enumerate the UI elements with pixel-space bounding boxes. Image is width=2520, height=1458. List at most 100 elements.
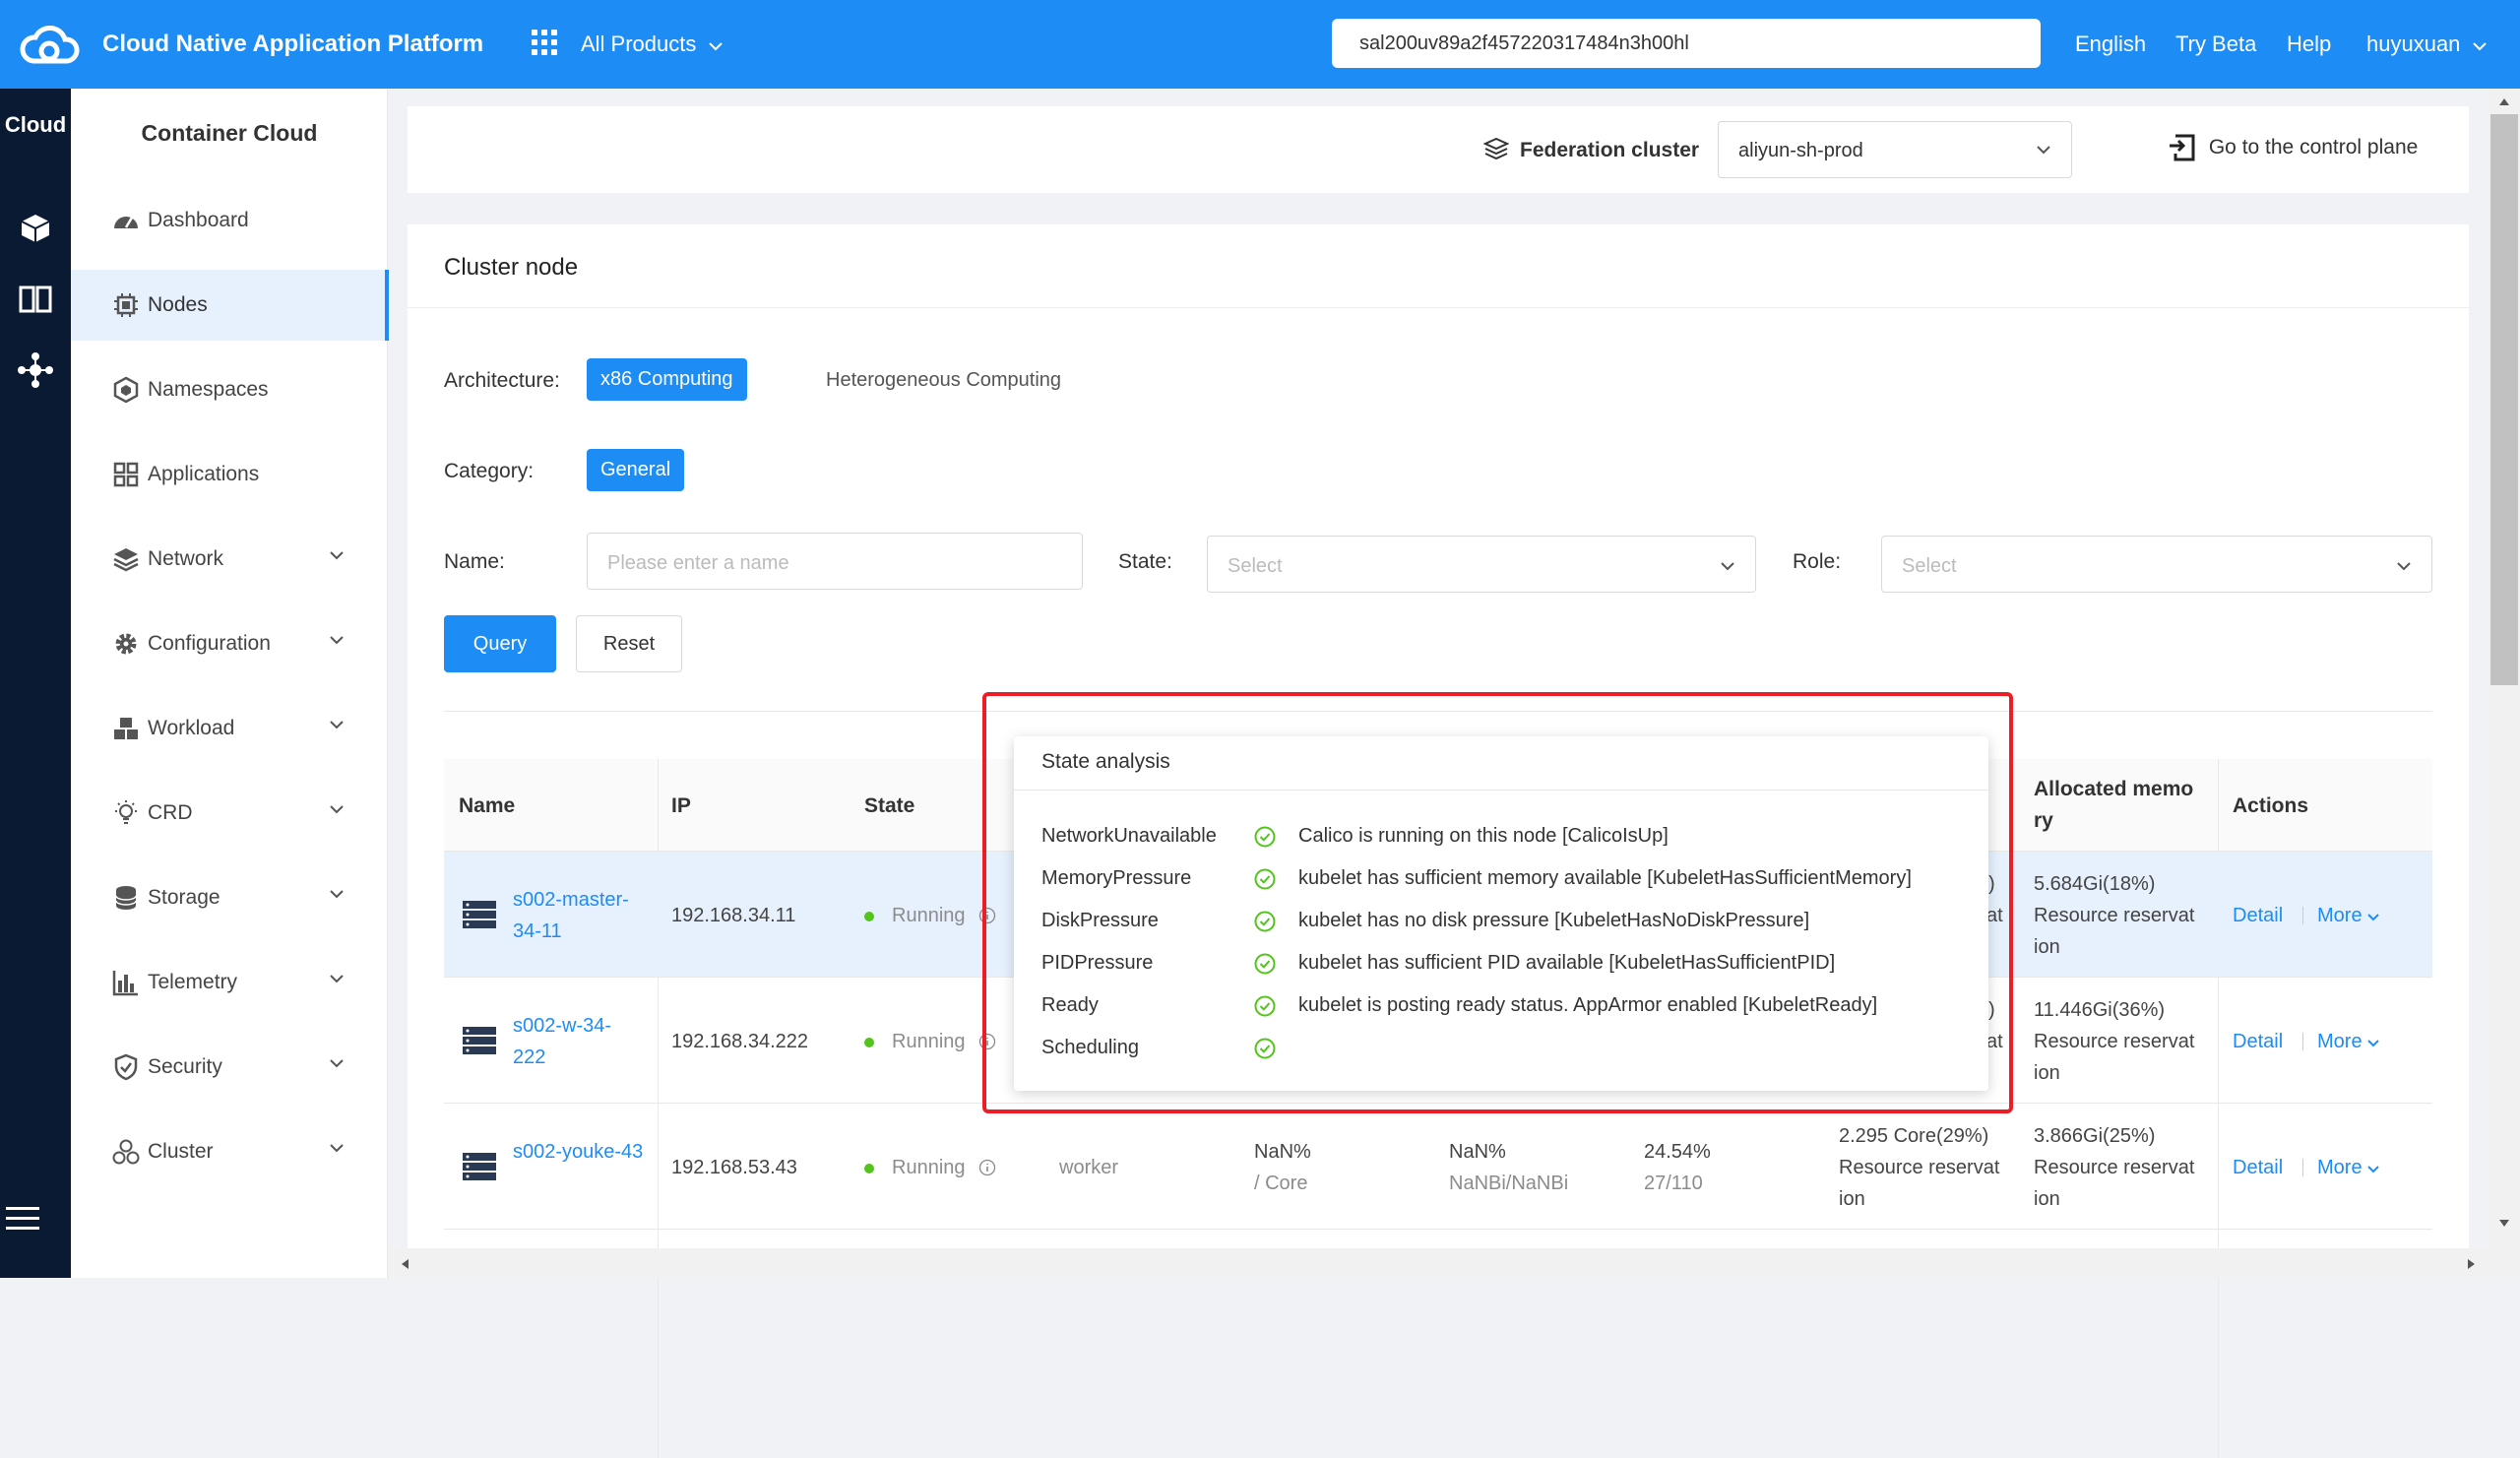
shield-icon bbox=[114, 1053, 138, 1081]
chevron-down-icon bbox=[1721, 562, 1734, 571]
sidebar-item-dashboard[interactable]: Dashboard bbox=[71, 185, 388, 256]
sidebar-item-label: Dashboard bbox=[148, 209, 249, 231]
try-beta-link[interactable]: Try Beta bbox=[2175, 32, 2256, 57]
scroll-right-arrow-icon[interactable] bbox=[2467, 1258, 2477, 1270]
sidebar-item-applications[interactable]: Applications bbox=[71, 439, 388, 510]
hamburger-menu-icon[interactable] bbox=[6, 1205, 41, 1233]
federation-cluster-select[interactable]: aliyun-sh-prod bbox=[1718, 121, 2072, 178]
all-products-menu[interactable]: All Products bbox=[581, 32, 723, 57]
user-menu[interactable]: huyuxuan bbox=[2366, 32, 2487, 57]
check-circle-icon bbox=[1254, 995, 1276, 1017]
sidebar-item-workload[interactable]: Workload bbox=[71, 693, 388, 764]
node-name-link[interactable]: s002-youke-43 bbox=[513, 1136, 653, 1168]
page-title: Cluster node bbox=[444, 254, 579, 281]
export-icon bbox=[2170, 134, 2195, 161]
sidebar-heading: Container Cloud bbox=[141, 120, 318, 146]
chevron-down-icon bbox=[2472, 42, 2487, 51]
book-icon[interactable] bbox=[14, 280, 57, 319]
sidebar-item-namespaces[interactable]: Namespaces bbox=[71, 354, 388, 425]
role-label: Role: bbox=[1793, 550, 1842, 573]
pod-count: 27/110 bbox=[1644, 1173, 1703, 1194]
node-role: worker bbox=[1059, 1157, 1119, 1178]
col-allocated-memory-header[interactable]: Allocated memo ry bbox=[2034, 774, 2207, 837]
node-ip: 192.168.34.222 bbox=[671, 1031, 809, 1052]
detail-link[interactable]: Detail bbox=[2233, 1026, 2283, 1057]
more-menu[interactable]: More bbox=[2317, 1026, 2379, 1057]
apps-grid-icon[interactable] bbox=[532, 30, 557, 55]
check-circle-icon bbox=[1254, 911, 1276, 932]
sidebar-item-nodes[interactable]: Nodes bbox=[71, 270, 389, 341]
alloc-memory: 3.866Gi(25%) bbox=[2034, 1125, 2156, 1147]
scroll-up-arrow-icon[interactable] bbox=[2498, 96, 2510, 106]
more-label: More bbox=[2317, 1031, 2362, 1052]
divider bbox=[1014, 790, 1988, 791]
memory-usage: NaN% bbox=[1449, 1141, 1506, 1163]
arch-x86-option[interactable]: x86 Computing bbox=[587, 358, 747, 401]
arch-heterogeneous-option[interactable]: Heterogeneous Computing bbox=[826, 369, 1061, 392]
chevron-down-icon bbox=[708, 42, 723, 51]
horizontal-scrollbar[interactable] bbox=[388, 1248, 2488, 1278]
help-link[interactable]: Help bbox=[2287, 32, 2331, 57]
scroll-left-arrow-icon[interactable] bbox=[400, 1258, 410, 1270]
condition-row: PIDPressure kubelet has sufficient PID a… bbox=[1014, 952, 1988, 994]
chevron-down-icon bbox=[330, 975, 344, 983]
sidebar-item-label: Applications bbox=[148, 463, 260, 485]
name-input[interactable]: Please enter a name bbox=[587, 533, 1083, 590]
sidebar-item-network[interactable]: Network bbox=[71, 524, 388, 595]
more-menu[interactable]: More bbox=[2317, 900, 2379, 931]
sidebar-item-security[interactable]: Security bbox=[71, 1032, 388, 1103]
separator bbox=[2302, 1033, 2303, 1050]
detail-link[interactable]: Detail bbox=[2233, 1152, 2283, 1183]
sidebar-item-label: Namespaces bbox=[148, 378, 269, 401]
node-name-link[interactable]: s002-master-34-11 bbox=[513, 884, 651, 947]
state-select[interactable]: Select bbox=[1207, 536, 1756, 593]
sidebar-item-cluster[interactable]: Cluster bbox=[71, 1116, 388, 1187]
col-actions-header[interactable]: Actions bbox=[2233, 794, 2308, 818]
cube-icon[interactable] bbox=[14, 209, 57, 248]
language-link[interactable]: English bbox=[2075, 32, 2146, 57]
network-nodes-icon[interactable] bbox=[14, 350, 57, 390]
control-plane-link[interactable]: Go to the control plane bbox=[2168, 132, 2418, 167]
detail-link[interactable]: Detail bbox=[2233, 900, 2283, 931]
sidebar-item-label: Network bbox=[148, 547, 224, 570]
sidebar-item-telemetry[interactable]: Telemetry bbox=[71, 947, 388, 1018]
left-rail: Cloud bbox=[0, 89, 71, 1278]
col-name-header[interactable]: Name bbox=[459, 794, 515, 818]
node-state: Running bbox=[892, 1157, 966, 1178]
col-state-header[interactable]: State bbox=[864, 794, 914, 818]
state-select-placeholder: Select bbox=[1228, 555, 1283, 577]
query-button[interactable]: Query bbox=[444, 615, 556, 672]
condition-value: kubelet has sufficient PID available [Ku… bbox=[1298, 952, 1836, 974]
scrollbar-thumb[interactable] bbox=[2490, 114, 2518, 685]
gear-icon bbox=[115, 633, 137, 655]
node-name-link[interactable]: s002-w-34-222 bbox=[513, 1010, 641, 1073]
condition-key: MemoryPressure bbox=[1041, 867, 1192, 889]
sidebar-item-label: Telemetry bbox=[148, 971, 238, 993]
more-menu[interactable]: More bbox=[2317, 1152, 2379, 1183]
chevron-down-icon bbox=[330, 890, 344, 899]
chevron-down-icon bbox=[330, 1059, 344, 1068]
server-icon bbox=[463, 1153, 496, 1180]
alloc-memory: 11.446Gi(36%) bbox=[2034, 999, 2166, 1021]
vertical-scrollbar[interactable] bbox=[2488, 89, 2520, 1278]
federation-cluster-label: Federation cluster bbox=[1520, 139, 1700, 161]
cloud-logo-icon[interactable] bbox=[20, 18, 81, 69]
scroll-down-arrow-icon[interactable] bbox=[2498, 1219, 2510, 1229]
col-ip-header[interactable]: IP bbox=[671, 794, 691, 818]
sidebar-item-configuration[interactable]: Configuration bbox=[71, 608, 388, 679]
category-general-option[interactable]: General bbox=[587, 449, 685, 491]
sidebar-item-crd[interactable]: CRD bbox=[71, 778, 388, 849]
chevron-down-icon bbox=[2367, 1166, 2379, 1173]
federation-bar: Federation cluster aliyun-sh-prod Go to … bbox=[408, 106, 2469, 193]
apps-grid-icon bbox=[113, 462, 139, 487]
sidebar-item-label: Security bbox=[148, 1055, 222, 1078]
condition-row: DiskPressure kubelet has no disk pressur… bbox=[1014, 910, 1988, 952]
reset-button[interactable]: Reset bbox=[576, 615, 682, 672]
node-ip: 192.168.53.43 bbox=[671, 1157, 797, 1178]
sidebar-item-storage[interactable]: Storage bbox=[71, 862, 388, 933]
search-input[interactable]: sal200uv89a2f457220317484n3h00hl bbox=[1332, 19, 2041, 68]
info-icon[interactable] bbox=[978, 1159, 996, 1176]
role-select[interactable]: Select bbox=[1881, 536, 2432, 593]
platform-title: Cloud Native Application Platform bbox=[102, 31, 484, 57]
condition-key: Ready bbox=[1041, 994, 1099, 1016]
